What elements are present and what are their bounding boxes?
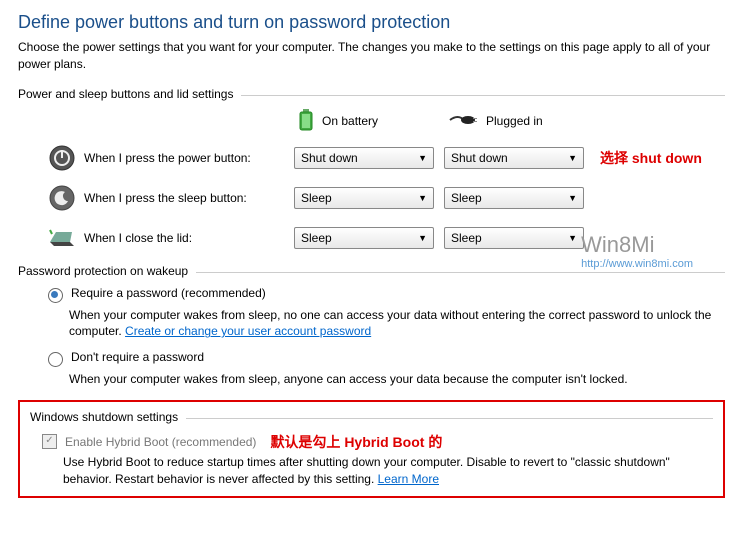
change-password-link[interactable]: Create or change your user account passw…	[125, 324, 371, 338]
chevron-down-icon: ▼	[568, 153, 577, 163]
on-battery-label: On battery	[322, 114, 378, 128]
chevron-down-icon: ▼	[418, 233, 427, 243]
sleep-plugged-value: Sleep	[451, 191, 482, 205]
lid-label: When I close the lid:	[84, 231, 294, 245]
hybrid-boot-desc-text: Use Hybrid Boot to reduce startup times …	[63, 455, 670, 486]
require-password-radio[interactable]	[48, 288, 63, 303]
sleep-button-label: When I press the sleep button:	[84, 191, 294, 205]
row-sleep-button: When I press the sleep button: Sleep ▼ Sl…	[18, 184, 725, 212]
chevron-down-icon: ▼	[418, 193, 427, 203]
chevron-down-icon: ▼	[568, 193, 577, 203]
sleep-battery-value: Sleep	[301, 191, 332, 205]
col-on-battery: On battery	[298, 109, 448, 134]
divider	[196, 272, 725, 273]
row-power-button: When I press the power button: Shut down…	[18, 144, 725, 172]
col-plugged-in: Plugged in	[448, 109, 598, 134]
sleep-button-icon	[48, 184, 76, 212]
chevron-down-icon: ▼	[418, 153, 427, 163]
divider	[186, 418, 713, 419]
lid-plugged-value: Sleep	[451, 231, 482, 245]
divider	[241, 95, 725, 96]
hybrid-boot-label: Enable Hybrid Boot (recommended)	[65, 435, 256, 449]
require-password-desc: When your computer wakes from sleep, no …	[18, 307, 725, 341]
annotation-hybrid: 默认是勾上 Hybrid Boot 的	[270, 432, 442, 452]
shutdown-settings-box: Windows shutdown settings ✓ Enable Hybri…	[18, 400, 725, 498]
power-button-label: When I press the power button:	[84, 151, 294, 165]
password-header: Password protection on wakeup	[18, 264, 188, 278]
plugged-in-label: Plugged in	[486, 114, 543, 128]
power-battery-value: Shut down	[301, 151, 358, 165]
no-password-desc: When your computer wakes from sleep, any…	[18, 371, 725, 388]
require-password-label: Require a password (recommended)	[71, 286, 266, 300]
plug-icon	[448, 112, 478, 131]
power-plugged-dropdown[interactable]: Shut down ▼	[444, 147, 584, 169]
hybrid-boot-desc: Use Hybrid Boot to reduce startup times …	[30, 454, 713, 488]
lid-battery-dropdown[interactable]: Sleep ▼	[294, 227, 434, 249]
no-password-radio[interactable]	[48, 352, 63, 367]
lid-icon	[48, 224, 76, 252]
annotation-shutdown: 选择 shut down	[600, 148, 702, 168]
power-button-icon	[48, 144, 76, 172]
page-title: Define power buttons and turn on passwor…	[18, 12, 725, 33]
sleep-plugged-dropdown[interactable]: Sleep ▼	[444, 187, 584, 209]
learn-more-link[interactable]: Learn More	[378, 472, 439, 486]
sleep-battery-dropdown[interactable]: Sleep ▼	[294, 187, 434, 209]
hybrid-boot-checkbox[interactable]: ✓	[42, 434, 57, 449]
chevron-down-icon: ▼	[568, 233, 577, 243]
page-subtitle: Choose the power settings that you want …	[18, 39, 725, 73]
battery-icon	[298, 109, 314, 134]
no-password-label: Don't require a password	[71, 350, 204, 364]
buttons-lid-header: Power and sleep buttons and lid settings	[18, 87, 233, 101]
power-battery-dropdown[interactable]: Shut down ▼	[294, 147, 434, 169]
row-close-lid: When I close the lid: Sleep ▼ Sleep ▼	[18, 224, 725, 252]
power-plugged-value: Shut down	[451, 151, 508, 165]
shutdown-header: Windows shutdown settings	[30, 410, 178, 424]
lid-battery-value: Sleep	[301, 231, 332, 245]
lid-plugged-dropdown[interactable]: Sleep ▼	[444, 227, 584, 249]
